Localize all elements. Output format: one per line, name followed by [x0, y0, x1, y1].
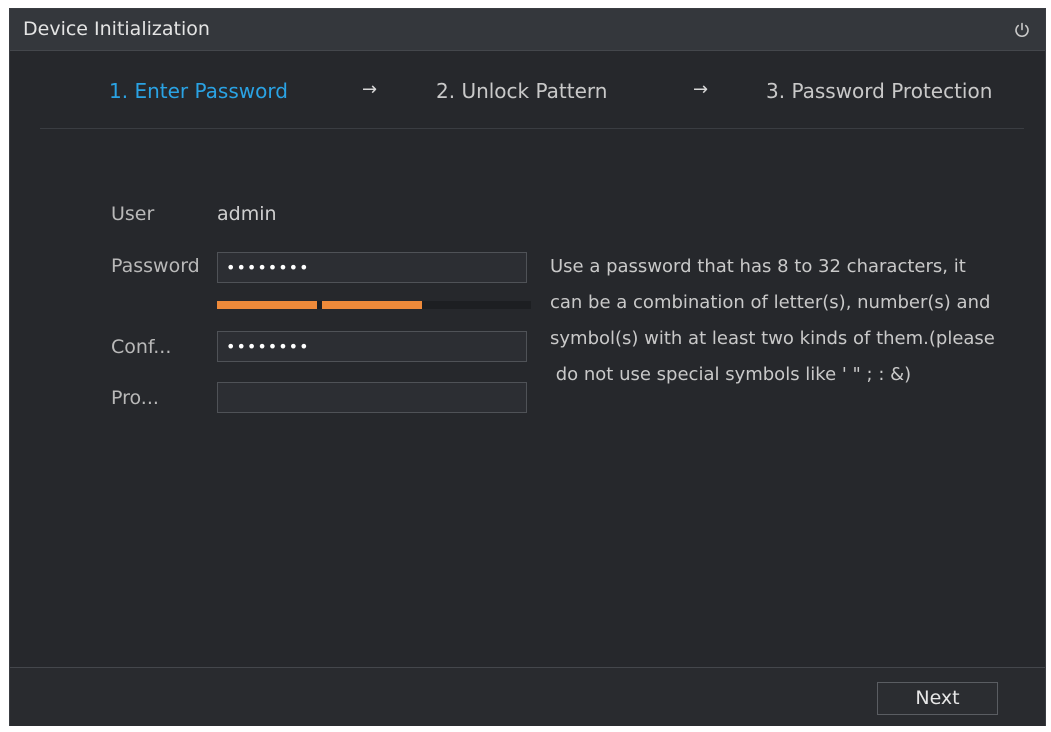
- device-initialization-dialog: Device Initialization 1. Enter Password …: [9, 8, 1046, 726]
- prompt-question-field[interactable]: [217, 382, 527, 413]
- dialog-title: Device Initialization: [23, 18, 210, 40]
- title-bar: Device Initialization: [10, 9, 1045, 51]
- step-indicator: 1. Enter Password → 2. Unlock Pattern → …: [10, 51, 1045, 129]
- hint-line: symbol(s) with at least two kinds of the…: [550, 328, 995, 349]
- hint-line: can be a combination of letter(s), numbe…: [550, 292, 991, 313]
- prompt-question-label: Pro...: [111, 387, 159, 409]
- power-icon[interactable]: [1013, 21, 1031, 39]
- strength-segment-1: [217, 301, 317, 309]
- password-label: Password: [111, 255, 200, 277]
- hint-line: Use a password that has 8 to 32 characte…: [550, 256, 966, 277]
- user-label: User: [111, 203, 155, 225]
- confirm-password-field[interactable]: ••••••••: [217, 331, 527, 362]
- step-unlock-pattern: 2. Unlock Pattern: [436, 79, 608, 103]
- steps-divider: [40, 128, 1024, 129]
- step-enter-password: 1. Enter Password: [109, 79, 288, 103]
- password-field[interactable]: ••••••••: [217, 252, 527, 283]
- confirm-password-label: Conf...: [111, 336, 172, 358]
- step-arrow: →: [362, 79, 378, 100]
- password-hint: Use a password that has 8 to 32 characte…: [550, 249, 1030, 393]
- user-value: admin: [217, 203, 277, 225]
- next-button[interactable]: Next: [877, 682, 998, 715]
- step-arrow: →: [693, 79, 709, 100]
- step-password-protection: 3. Password Protection: [766, 79, 993, 103]
- strength-segment-2: [322, 301, 422, 309]
- hint-line: do not use special symbols like ' " ; : …: [550, 364, 912, 385]
- password-strength-bar: [217, 301, 531, 309]
